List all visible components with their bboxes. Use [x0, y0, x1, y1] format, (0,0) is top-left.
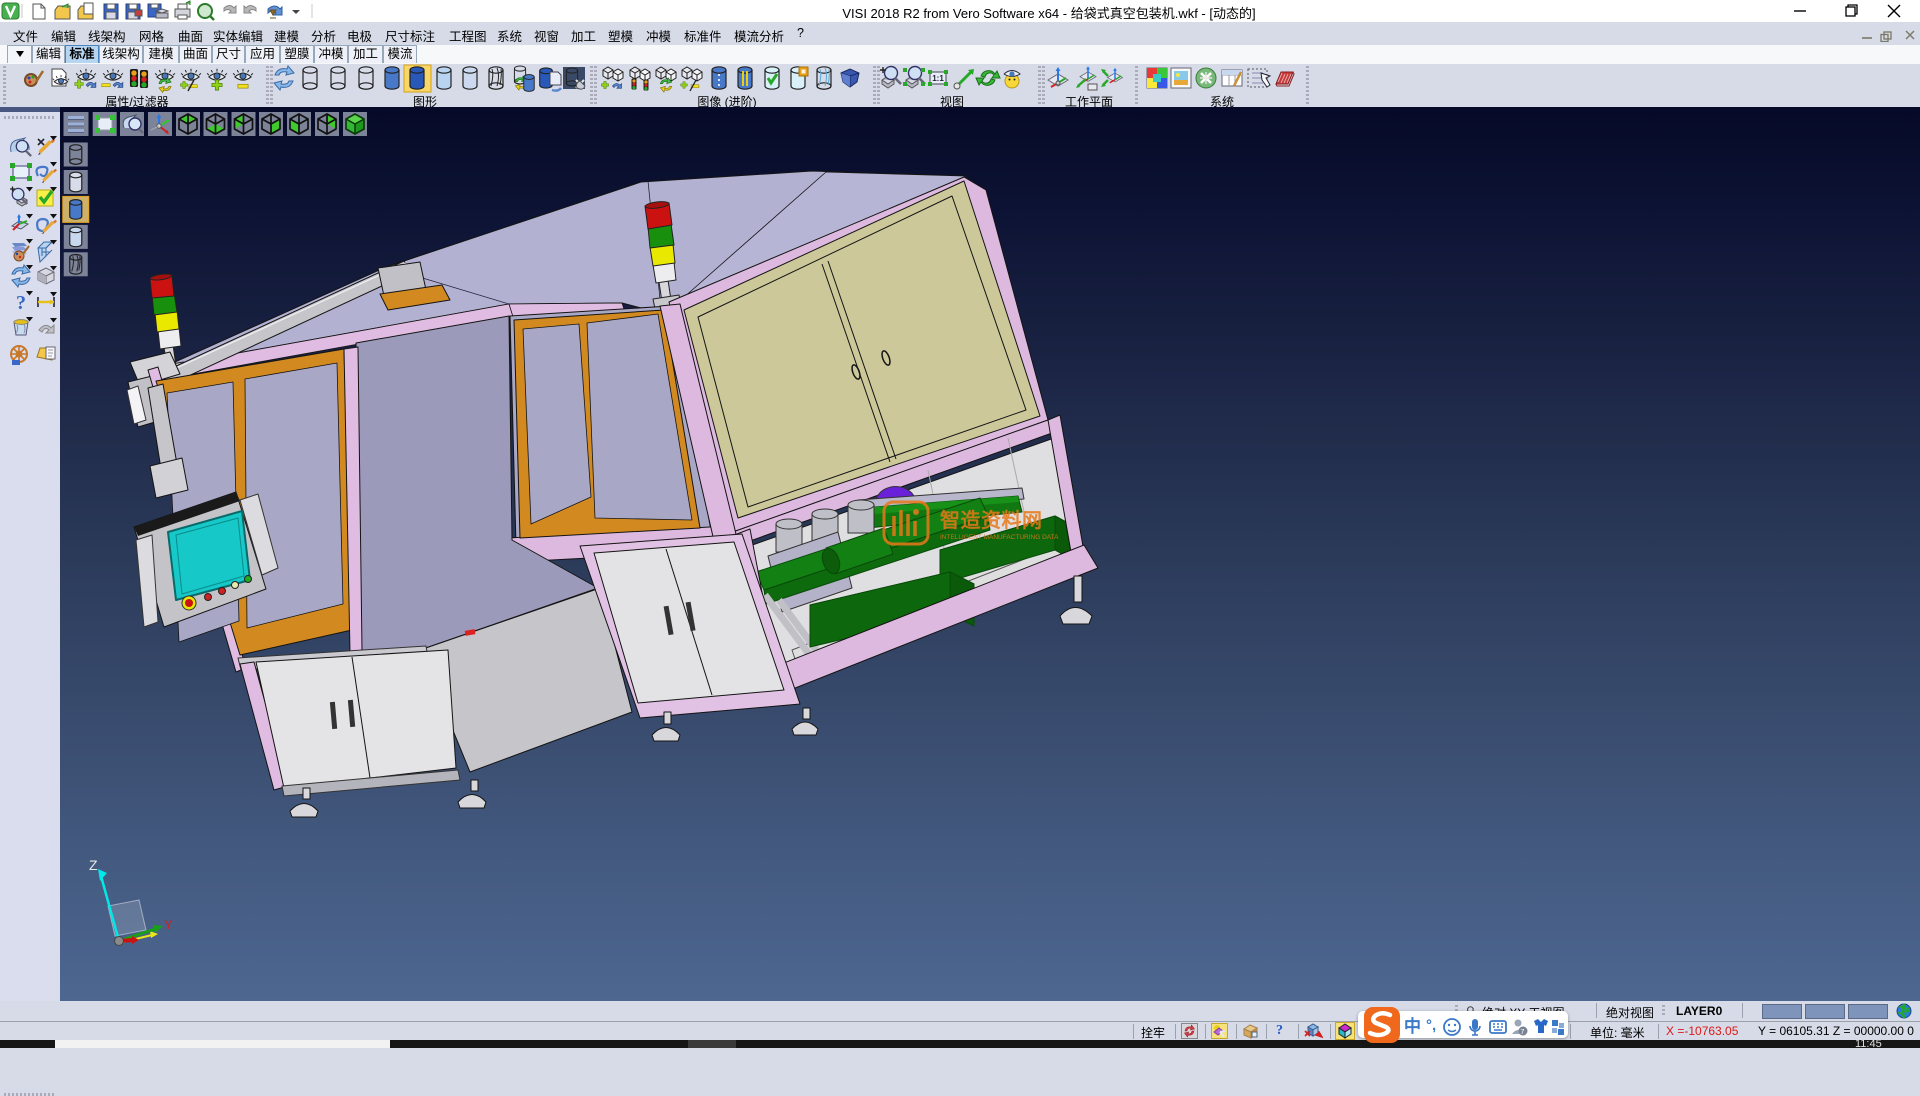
svg-text:?: ?: [16, 292, 26, 314]
svg-text:Z: Z: [89, 857, 98, 873]
svg-text:7: 7: [1521, 1029, 1525, 1036]
svg-text:°,: °,: [1426, 1017, 1436, 1034]
svg-text:Y: Y: [164, 917, 173, 932]
svg-text:中: 中: [1404, 1016, 1421, 1036]
svg-text:INTELLIGENT MANUFACTURING DATA: INTELLIGENT MANUFACTURING DATA: [940, 534, 1059, 541]
svg-text:智造资料网: 智造资料网: [940, 508, 1043, 532]
svg-text:1:1: 1:1: [932, 74, 944, 83]
